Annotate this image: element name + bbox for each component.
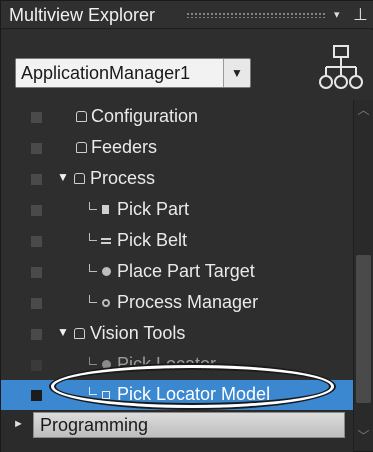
tree-item-place-part-target[interactable]: Place Part Target bbox=[1, 257, 353, 287]
tree-item-checkbox[interactable] bbox=[31, 236, 42, 247]
section-programming[interactable]: ► Programming bbox=[1, 410, 353, 440]
tree-branch-connector bbox=[89, 357, 97, 365]
section-label: Programming bbox=[40, 415, 149, 435]
explorer-tree: Configuration Feeders ▼ Process Pick Par… bbox=[1, 100, 353, 410]
scroll-up-icon[interactable]: ︿ bbox=[354, 100, 373, 120]
title-bar: Multiview Explorer ▾ ⊥ bbox=[1, 1, 373, 29]
tree-item-vision-tools[interactable]: ▼ Vision Tools bbox=[1, 319, 353, 349]
tree-item-label: Pick Belt bbox=[117, 230, 188, 250]
tree-item-label: Configuration bbox=[91, 106, 199, 126]
tree-item-checkbox[interactable] bbox=[31, 112, 42, 123]
expand-triangle-icon[interactable]: ▼ bbox=[57, 325, 69, 339]
tree-item-checkbox[interactable] bbox=[31, 174, 42, 185]
tree-item-pick-part[interactable]: Pick Part bbox=[1, 195, 353, 225]
tree-branch-connector bbox=[89, 202, 97, 210]
tree-branch-connector bbox=[89, 264, 97, 272]
target-icon bbox=[102, 267, 111, 276]
highlight-ellipse bbox=[51, 365, 334, 408]
tree-item-feeders[interactable]: Feeders bbox=[1, 133, 353, 163]
expand-triangle-icon[interactable]: ▼ bbox=[57, 170, 69, 184]
tree-item-checkbox[interactable] bbox=[31, 298, 42, 309]
tree-item-checkbox[interactable] bbox=[31, 390, 42, 401]
tree-item-configuration[interactable]: Configuration bbox=[1, 102, 353, 132]
section-programming-header[interactable]: Programming bbox=[33, 412, 345, 438]
tree-item-label: Pick Part bbox=[117, 199, 190, 219]
tree-item-pick-belt[interactable]: Pick Belt bbox=[1, 226, 353, 256]
scroll-down-icon[interactable]: ﹀ bbox=[354, 426, 373, 446]
tree-item-label: Vision Tools bbox=[90, 323, 186, 343]
panel-footer bbox=[1, 440, 353, 452]
application-select-value: ApplicationManager1 bbox=[16, 59, 224, 87]
tree-branch-connector bbox=[89, 233, 97, 241]
chevron-down-icon[interactable]: ▼ bbox=[224, 59, 250, 87]
part-icon bbox=[102, 205, 109, 214]
multiview-explorer-panel: Multiview Explorer ▾ ⊥ ApplicationManage… bbox=[0, 0, 373, 452]
tree-item-label: Process Manager bbox=[117, 292, 259, 312]
manager-icon bbox=[102, 299, 110, 307]
tree-item-checkbox[interactable] bbox=[31, 143, 42, 154]
application-select[interactable]: ApplicationManager1 ▼ bbox=[15, 58, 251, 88]
title-bar-grip[interactable] bbox=[186, 12, 326, 18]
folder-icon bbox=[74, 328, 85, 339]
tree-item-label: Process bbox=[90, 168, 156, 188]
tree-item-checkbox[interactable] bbox=[31, 205, 42, 216]
explorer-header: ApplicationManager1 ▼ bbox=[1, 30, 373, 100]
tree-item-checkbox[interactable] bbox=[31, 360, 42, 371]
tree-item-checkbox[interactable] bbox=[31, 329, 42, 340]
folder-icon bbox=[74, 173, 85, 184]
vertical-scrollbar[interactable]: ︿ ﹀ bbox=[353, 100, 373, 451]
tree-item-process-manager[interactable]: Process Manager bbox=[1, 288, 353, 318]
belt-icon bbox=[101, 238, 111, 244]
tree-item-label: Place Part Target bbox=[117, 261, 255, 281]
locator-icon bbox=[102, 360, 111, 369]
tree-item-label: Feeders bbox=[91, 137, 158, 157]
tree-item-checkbox[interactable] bbox=[31, 267, 42, 278]
folder-icon bbox=[76, 142, 87, 153]
tree-item-process[interactable]: ▼ Process bbox=[1, 164, 353, 194]
expand-arrow-icon[interactable]: ► bbox=[13, 418, 24, 430]
panel-title: Multiview Explorer bbox=[9, 5, 156, 25]
tree-branch-connector bbox=[89, 295, 97, 303]
panel-menu-arrow-icon[interactable]: ▾ bbox=[334, 1, 346, 29]
scrollbar-thumb[interactable] bbox=[356, 255, 371, 403]
hierarchy-icon[interactable] bbox=[319, 45, 363, 91]
pin-icon[interactable]: ⊥ bbox=[353, 1, 368, 29]
folder-icon bbox=[76, 111, 87, 122]
